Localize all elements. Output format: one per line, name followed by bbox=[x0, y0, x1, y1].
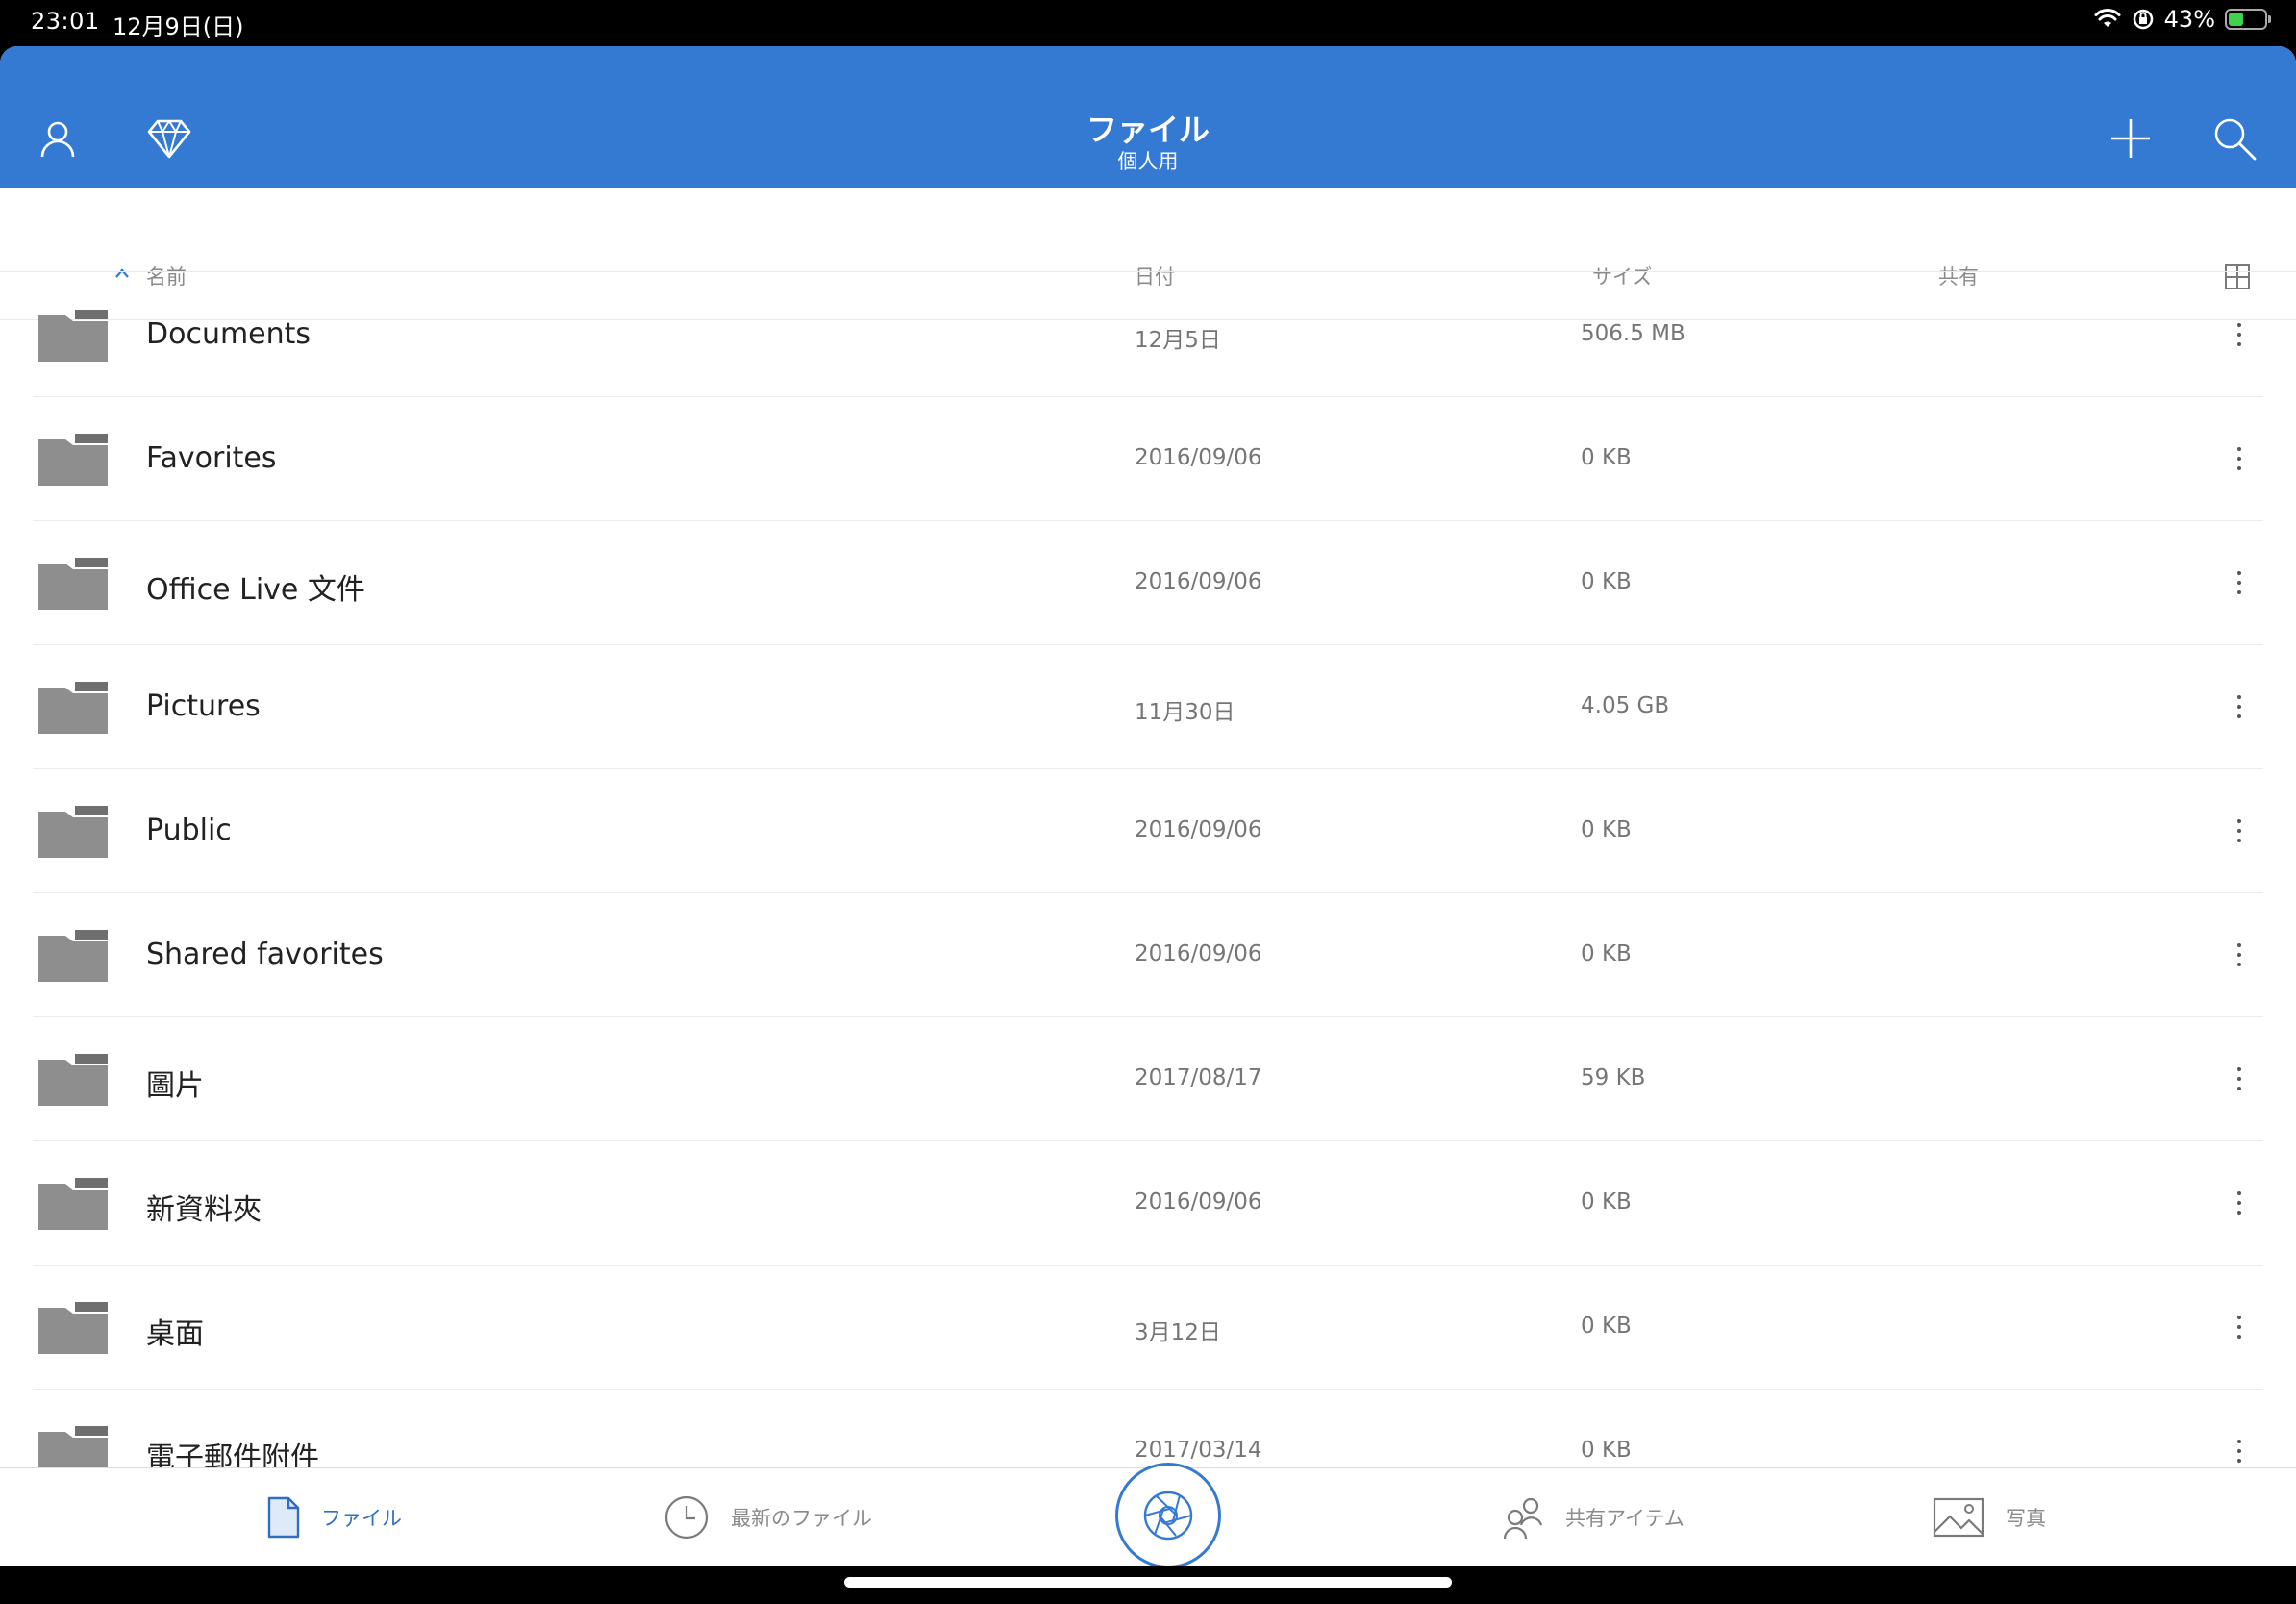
status-bar: 23:01 12月9日(日) 43% bbox=[0, 0, 2296, 46]
wifi-icon bbox=[2094, 9, 2121, 27]
status-right: 43% bbox=[2093, 6, 2271, 33]
file-name: 桌面 bbox=[146, 1317, 204, 1351]
folder-icon bbox=[38, 682, 108, 734]
file-date: 2016/09/06 bbox=[1135, 941, 1262, 966]
document-icon bbox=[267, 1496, 300, 1539]
file-size: 0 KB bbox=[1581, 569, 1632, 594]
app-screen: ファイル 個人用 名前 日付 サイズ 共有 Documents 12月5日 506.… bbox=[0, 46, 2296, 1566]
search-icon bbox=[2214, 118, 2257, 161]
tab-shared-label: 共有アイテム bbox=[1565, 1507, 1685, 1530]
folder-icon bbox=[38, 930, 108, 982]
file-date: 2017/08/17 bbox=[1135, 1065, 1262, 1090]
list-item[interactable]: 圖片 2017/08/17 59 KB bbox=[0, 1017, 2296, 1141]
battery-percent: 43% bbox=[2163, 6, 2215, 33]
file-date: 11月30日 bbox=[1135, 700, 1235, 725]
file-date: 2016/09/06 bbox=[1135, 569, 1262, 594]
folder-icon bbox=[38, 558, 108, 610]
list-item[interactable]: Shared favorites 2016/09/06 0 KB bbox=[0, 893, 2296, 1017]
tab-files-label: ファイル bbox=[321, 1507, 402, 1530]
battery-fill bbox=[2229, 13, 2243, 26]
folder-icon bbox=[38, 310, 108, 362]
folder-icon bbox=[38, 1302, 108, 1354]
file-date: 2016/09/06 bbox=[1135, 445, 1262, 470]
folder-icon bbox=[38, 1178, 108, 1230]
folder-icon bbox=[38, 434, 108, 486]
file-name: 新資料夾 bbox=[146, 1193, 262, 1227]
file-name: Documents bbox=[146, 317, 312, 351]
tab-photos[interactable]: 写真 bbox=[1933, 1468, 2046, 1566]
file-date: 2016/09/06 bbox=[1135, 1190, 1262, 1215]
add-button[interactable] bbox=[2104, 112, 2158, 165]
file-size: 0 KB bbox=[1581, 941, 1632, 966]
file-date: 3月12日 bbox=[1135, 1320, 1221, 1345]
tab-recent-label: 最新のファイル bbox=[731, 1507, 872, 1530]
rotation-lock-icon bbox=[2133, 9, 2153, 30]
tab-shared[interactable]: 共有アイテム bbox=[1502, 1468, 1685, 1566]
more-options-icon[interactable] bbox=[2225, 1304, 2254, 1350]
list-item[interactable]: 桌面 3月12日 0 KB bbox=[0, 1266, 2296, 1390]
list-item[interactable]: Office Live 文件 2016/09/06 0 KB bbox=[0, 521, 2296, 645]
file-date: 12月5日 bbox=[1135, 328, 1221, 353]
status-time: 23:01 bbox=[31, 8, 100, 35]
file-date: 2017/03/14 bbox=[1135, 1438, 1262, 1463]
more-options-icon[interactable] bbox=[2225, 808, 2254, 854]
camera-button[interactable] bbox=[1115, 1463, 1221, 1566]
file-name: Pictures bbox=[146, 689, 261, 723]
more-options-icon[interactable] bbox=[2225, 560, 2254, 606]
more-options-icon[interactable] bbox=[2225, 312, 2254, 358]
tab-photos-label: 写真 bbox=[2006, 1507, 2046, 1530]
file-name: Shared favorites bbox=[146, 938, 384, 971]
file-date: 2016/09/06 bbox=[1135, 817, 1262, 842]
camera-aperture-icon bbox=[1143, 1491, 1193, 1541]
file-name: Office Live 文件 bbox=[146, 573, 365, 607]
more-options-icon[interactable] bbox=[2225, 436, 2254, 482]
status-date: 12月9日(日) bbox=[112, 13, 244, 40]
list-item[interactable]: Documents 12月5日 506.5 MB bbox=[0, 273, 2296, 397]
more-options-icon[interactable] bbox=[2225, 684, 2254, 730]
file-name: 圖片 bbox=[146, 1069, 204, 1103]
people-icon bbox=[1503, 1497, 1543, 1540]
more-options-icon[interactable] bbox=[2225, 1180, 2254, 1226]
file-size: 0 KB bbox=[1581, 817, 1632, 842]
header-divider bbox=[0, 271, 2296, 272]
file-size: 4.05 GB bbox=[1581, 693, 1670, 718]
home-indicator bbox=[844, 1577, 1452, 1588]
search-button[interactable] bbox=[2208, 112, 2261, 165]
folder-icon bbox=[38, 1054, 108, 1106]
file-size: 59 KB bbox=[1581, 1065, 1646, 1090]
file-size: 506.5 MB bbox=[1581, 321, 1685, 346]
file-size: 0 KB bbox=[1581, 445, 1632, 470]
file-name: Favorites bbox=[146, 441, 277, 475]
tab-files[interactable]: ファイル bbox=[267, 1468, 402, 1566]
more-options-icon[interactable] bbox=[2225, 932, 2254, 978]
list-item[interactable]: Public 2016/09/06 0 KB bbox=[0, 769, 2296, 893]
list-item[interactable]: Pictures 11月30日 4.05 GB bbox=[0, 645, 2296, 769]
list-item[interactable]: Favorites 2016/09/06 0 KB bbox=[0, 397, 2296, 521]
plus-icon bbox=[2111, 119, 2150, 158]
clock-icon bbox=[664, 1495, 709, 1540]
folder-icon bbox=[38, 806, 108, 858]
list-item[interactable]: 新資料夾 2016/09/06 0 KB bbox=[0, 1141, 2296, 1266]
app-header: ファイル 個人用 bbox=[0, 46, 2296, 188]
file-size: 0 KB bbox=[1581, 1438, 1632, 1463]
tab-recent[interactable]: 最新のファイル bbox=[663, 1468, 872, 1566]
file-size: 0 KB bbox=[1581, 1314, 1632, 1339]
battery-icon bbox=[2225, 9, 2271, 30]
image-icon bbox=[1933, 1497, 1984, 1538]
page-subtitle: 個人用 bbox=[1117, 150, 1179, 173]
file-name: Public bbox=[146, 814, 232, 847]
file-size: 0 KB bbox=[1581, 1190, 1632, 1215]
page-title: ファイル bbox=[1086, 112, 1210, 148]
more-options-icon[interactable] bbox=[2225, 1056, 2254, 1102]
